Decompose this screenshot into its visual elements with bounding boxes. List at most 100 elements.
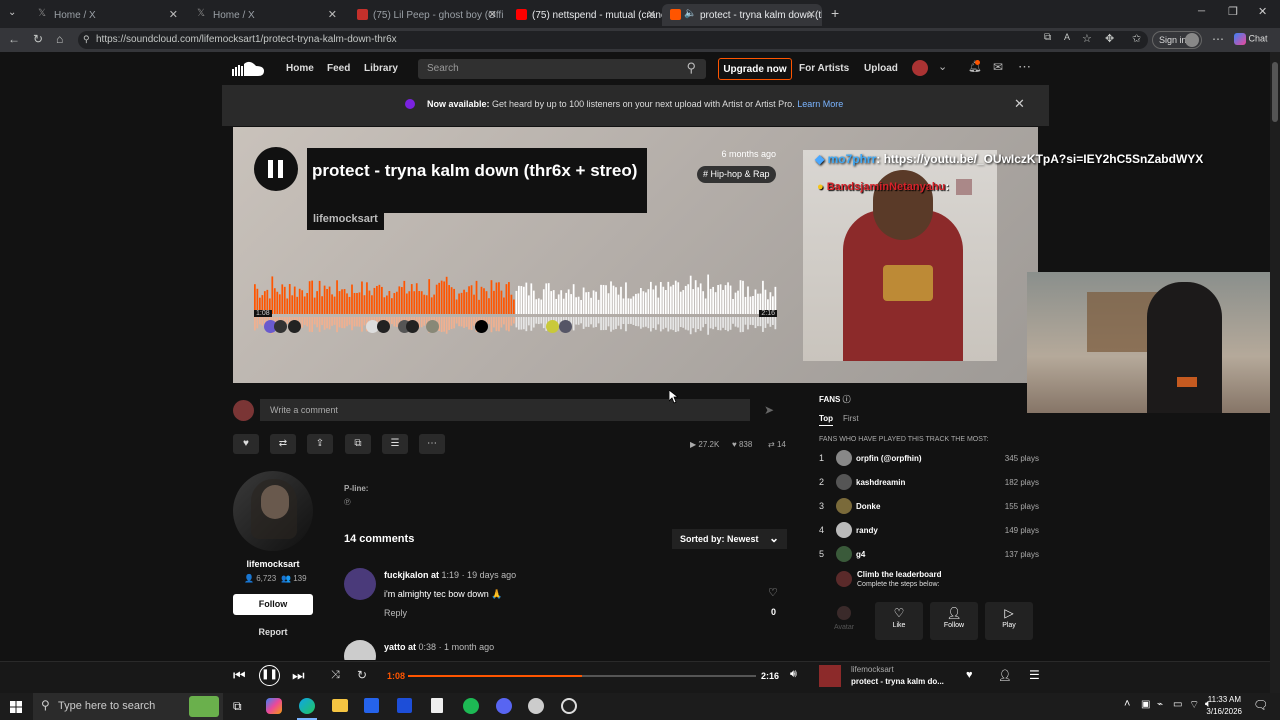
nav-feed[interactable]: Feed — [327, 63, 350, 74]
copilot-taskbar-icon[interactable] — [266, 698, 282, 714]
scrollbar-thumb[interactable] — [1272, 62, 1278, 122]
notifications-icon[interactable]: 🗨︎ — [1253, 698, 1268, 712]
tray-app-icon[interactable]: ▣ — [1141, 699, 1150, 710]
player-title[interactable]: protect - tryna kalm do... — [851, 677, 944, 686]
comment-avatar[interactable] — [288, 320, 301, 333]
notepad-icon[interactable] — [431, 698, 443, 713]
new-tab-icon[interactable]: + — [831, 5, 839, 21]
waveform-svg[interactable] — [254, 272, 777, 340]
spotify-icon[interactable] — [463, 698, 479, 714]
mail-icon[interactable] — [397, 698, 412, 713]
comment-avatar[interactable] — [559, 320, 572, 333]
close-icon[interactable]: ✕ — [488, 8, 497, 21]
tab-soundcloud-active[interactable]: 🔈 protect - tryna kalm down (thr6 ✕ — [662, 4, 822, 26]
soundcloud-logo-icon[interactable] — [232, 61, 264, 82]
messages-mail-icon[interactable]: ✉ — [993, 60, 1003, 74]
windows-start-icon[interactable] — [10, 700, 22, 713]
comment-user[interactable]: fuckjkalon — [384, 570, 429, 580]
fan-row[interactable]: 1 orpfin (@orpfhin) 345 plays — [819, 450, 1039, 468]
comment-avatar[interactable] — [546, 320, 559, 333]
fans-tab-top[interactable]: Top — [819, 414, 833, 423]
close-icon[interactable]: ✕ — [169, 8, 178, 21]
learn-more-link[interactable]: Learn More — [797, 99, 843, 109]
tray-display-icon[interactable]: ▭ — [1173, 699, 1182, 710]
sort-dropdown[interactable]: Sorted by: Newest ⌄ — [672, 529, 787, 549]
reposts-stat[interactable]: ⇄ 14 — [768, 440, 786, 449]
store-icon[interactable] — [364, 698, 379, 713]
more-icon[interactable]: ⋯ — [1212, 32, 1224, 46]
fan-name[interactable]: orpfin (@orpfhin) — [856, 454, 922, 463]
tab-home-x-1[interactable]: 𝕏 Home / X ✕ — [24, 4, 184, 26]
extensions-icon[interactable]: ✥ — [1105, 32, 1114, 45]
close-icon[interactable]: ✕ — [328, 8, 337, 21]
uploader-avatar[interactable] — [233, 471, 313, 551]
comment-avatar[interactable] — [426, 320, 439, 333]
task-view-icon[interactable]: ⧉ — [233, 699, 242, 714]
add-to-playlist-button[interactable]: ☰ — [382, 434, 408, 454]
fans-tab-first[interactable]: First — [843, 414, 859, 423]
back-icon[interactable]: ← — [8, 32, 20, 46]
comment-timestamp[interactable]: 1:19 — [442, 570, 460, 580]
tray-network-icon[interactable]: ⌁ — [1157, 699, 1163, 710]
uploader-name[interactable]: lifemocksart — [233, 559, 313, 569]
comment-avatar[interactable] — [377, 320, 390, 333]
likes-stat[interactable]: ♥ 838 — [732, 440, 752, 449]
tab-nettspend[interactable]: (75) nettspend - mutual (cranes n ✕ — [502, 4, 662, 26]
taskbar-search-input[interactable]: ⚲ Type here to search — [33, 693, 223, 720]
favorites-icon[interactable]: ✩ — [1132, 32, 1141, 45]
close-icon[interactable]: ✕ — [647, 8, 656, 21]
step-play-button[interactable]: ▷ Play — [985, 602, 1033, 640]
send-comment-icon[interactable]: ➤ — [764, 403, 774, 417]
more-options-icon[interactable]: ⋯ — [1018, 59, 1031, 75]
comment-timestamp[interactable]: 0:38 — [419, 642, 437, 652]
user-avatar[interactable] — [912, 60, 928, 76]
clock-time[interactable]: 11:33 AM — [1207, 695, 1241, 704]
url-field[interactable]: ⚲ https://soundcloud.com/lifemocksart1/p… — [78, 31, 1148, 49]
player-follow-icon[interactable]: 👤︎ — [998, 669, 1012, 682]
genre-tag[interactable]: # Hip-hop & Rap — [697, 166, 776, 183]
close-banner-icon[interactable]: ✕ — [1014, 96, 1025, 112]
comment-avatar[interactable] — [475, 320, 488, 333]
read-aloud-icon[interactable]: A — [1064, 32, 1070, 42]
previous-track-icon[interactable]: ⏮ — [233, 667, 246, 684]
chevron-down-icon[interactable]: ⌄ — [938, 60, 947, 73]
comment-user[interactable]: yatto — [384, 642, 406, 652]
obs-icon[interactable] — [561, 698, 577, 714]
nav-home[interactable]: Home — [286, 63, 314, 74]
step-like-button[interactable]: ♡ Like — [875, 602, 923, 640]
fan-name[interactable]: Donke — [856, 502, 880, 511]
reply-link[interactable]: Reply — [384, 608, 407, 618]
step-follow-button[interactable]: 👤︎ Follow — [930, 602, 978, 640]
fan-name[interactable]: g4 — [856, 550, 865, 559]
close-icon[interactable]: ✕ — [807, 8, 816, 21]
like-button[interactable]: ♥ — [233, 434, 259, 454]
for-artists-link[interactable]: For Artists — [799, 63, 849, 74]
split-screen-icon[interactable]: ⧉ — [1044, 32, 1051, 43]
player-like-icon[interactable]: ♥ — [966, 669, 973, 681]
tab-home-x-2[interactable]: 𝕏 Home / X ✕ — [183, 4, 343, 26]
next-track-icon[interactable]: ⏭ — [292, 667, 305, 684]
follow-button[interactable]: Follow — [233, 594, 313, 615]
search-input[interactable]: Search ⚲ — [418, 59, 706, 79]
comment-user-avatar[interactable] — [344, 640, 376, 660]
repost-button[interactable]: ⇄ — [270, 434, 296, 454]
comment-user-avatar[interactable] — [344, 568, 376, 600]
waveform[interactable]: 1:08 2:16 — [254, 272, 777, 340]
home-icon[interactable]: ⌂ — [56, 32, 63, 46]
comment-avatar[interactable] — [406, 320, 419, 333]
fan-name[interactable]: kashdreamin — [856, 478, 905, 487]
fan-row[interactable]: 3 Donke 155 plays — [819, 498, 1039, 516]
repeat-icon[interactable]: ↻ — [357, 668, 367, 682]
favorite-icon[interactable]: ☆ — [1082, 32, 1092, 45]
copilot-chat-button[interactable]: Chat — [1234, 33, 1268, 45]
tray-chevron-icon[interactable]: ˄ — [1124, 698, 1130, 710]
next-up-queue-icon[interactable]: ☰ — [1029, 668, 1040, 682]
restore-icon[interactable]: ❐ — [1228, 5, 1238, 18]
sign-in-button[interactable]: Sign in — [1152, 31, 1202, 49]
player-artist[interactable]: lifemocksart — [851, 665, 894, 674]
search-icon[interactable]: ⚲ — [686, 60, 696, 76]
page-scrollbar[interactable] — [1270, 52, 1280, 693]
tab-search-chevron-icon[interactable]: ⌄ — [8, 7, 16, 18]
site-info-icon[interactable]: ⚲ — [83, 34, 90, 45]
pause-button[interactable] — [254, 147, 298, 191]
